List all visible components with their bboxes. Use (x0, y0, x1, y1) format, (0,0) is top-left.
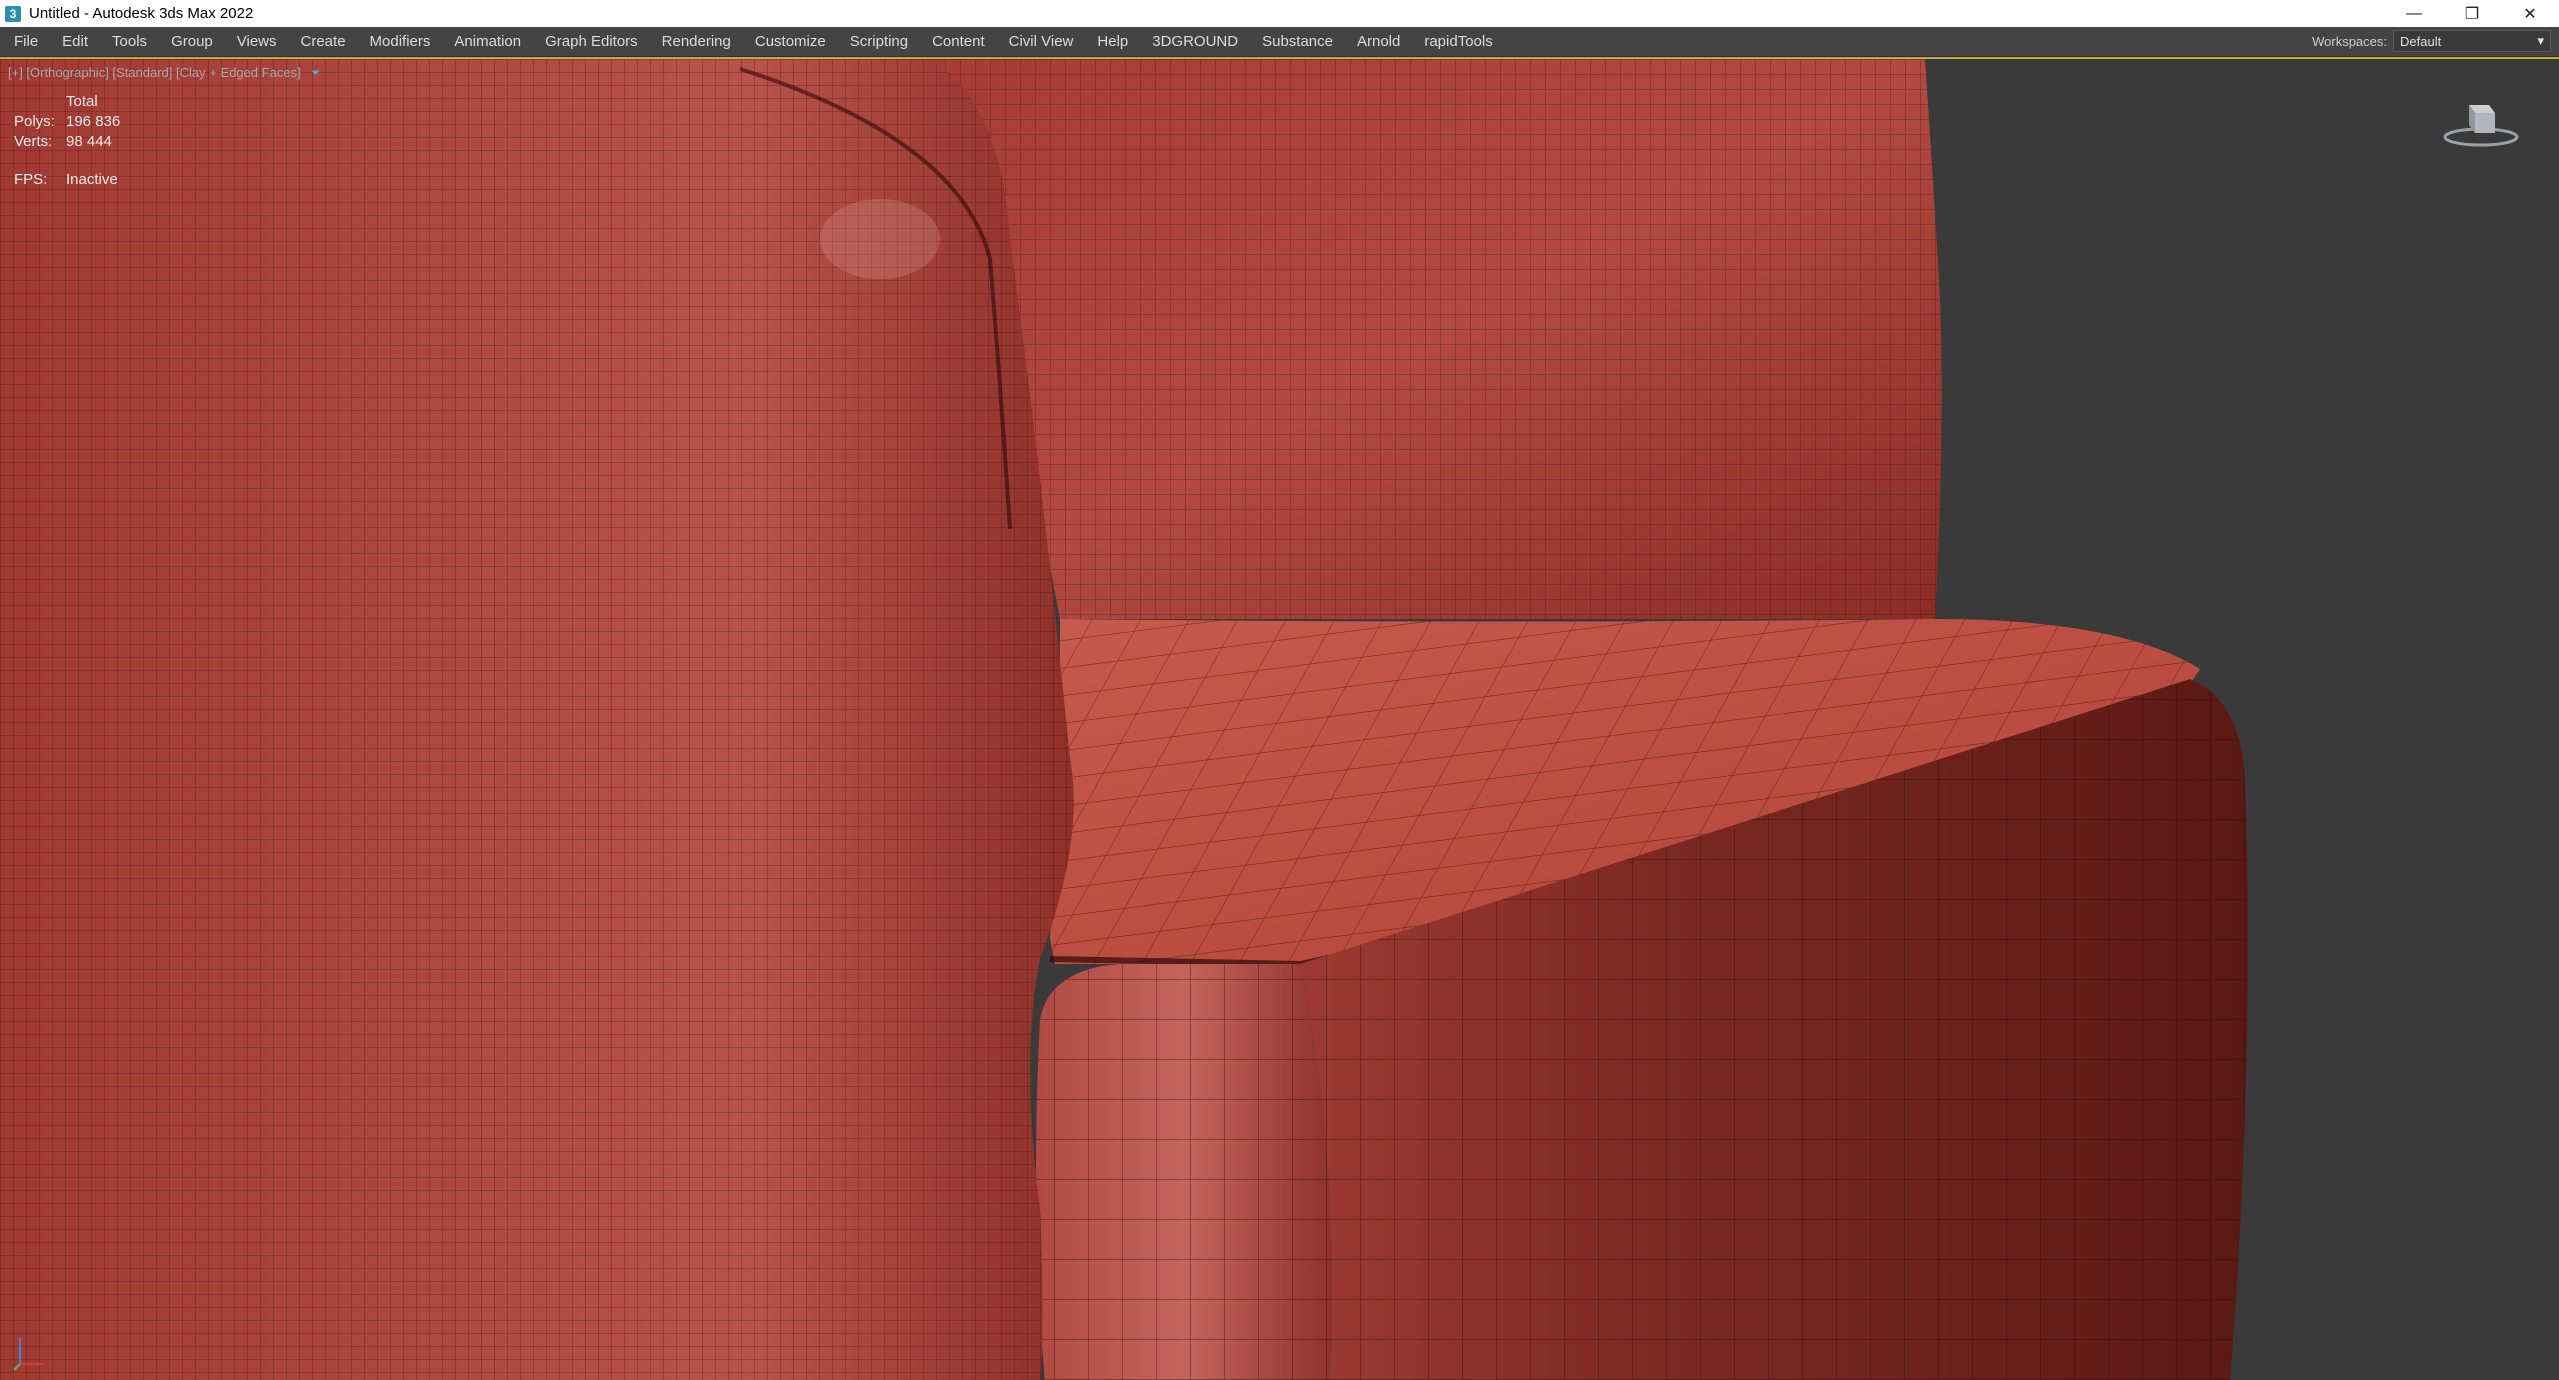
viewcube-icon[interactable] (2441, 93, 2521, 153)
chevron-down-icon: ▾ (2537, 33, 2544, 48)
workspaces-value: Default (2400, 33, 2442, 49)
stats-polys-row: Polys: 196 836 (14, 112, 120, 132)
viewport[interactable]: [+] [Orthographic] [Standard] [Clay + Ed… (0, 57, 2559, 1380)
menu-group[interactable]: Group (159, 27, 225, 56)
menu-substance[interactable]: Substance (1250, 27, 1345, 56)
menu-customize[interactable]: Customize (743, 27, 838, 56)
menu-3dground[interactable]: 3DGROUND (1140, 27, 1250, 56)
menu-views[interactable]: Views (225, 27, 289, 56)
menu-create[interactable]: Create (289, 27, 358, 56)
stats-fps-value: Inactive (66, 171, 118, 188)
workspaces-label: Workspaces: (2312, 33, 2387, 49)
app-icon[interactable]: 3 (5, 5, 21, 22)
window-controls: — ❐ ✕ (2385, 0, 2559, 27)
stats-verts-row: Verts: 98 444 (14, 132, 120, 152)
menu-help[interactable]: Help (1085, 27, 1140, 56)
menu-modifiers[interactable]: Modifiers (358, 27, 443, 56)
menu-arnold[interactable]: Arnold (1345, 27, 1412, 56)
minimize-button[interactable]: — (2385, 0, 2443, 27)
menu-graph-editors[interactable]: Graph Editors (533, 27, 650, 56)
restore-button[interactable]: ❐ (2443, 0, 2501, 27)
close-button[interactable]: ✕ (2501, 0, 2559, 27)
viewport-label-text[interactable]: [+] [Orthographic] [Standard] [Clay + Ed… (8, 65, 301, 80)
menu-file[interactable]: File (0, 27, 50, 56)
scene-render (0, 59, 2248, 1380)
title-bar: 3 Untitled - Autodesk 3ds Max 2022 — ❐ ✕ (0, 0, 2559, 27)
workspaces: Workspaces: Default ▾ (2312, 30, 2551, 52)
funnel-icon[interactable]: ⏷ (310, 65, 320, 80)
stats-header: Total (66, 93, 98, 110)
menu-bar: File Edit Tools Group Views Create Modif… (0, 27, 2559, 57)
menu-edit[interactable]: Edit (50, 27, 100, 56)
stats-verts-value: 98 444 (66, 133, 112, 150)
menu-content[interactable]: Content (920, 27, 997, 56)
window-title: Untitled - Autodesk 3ds Max 2022 (29, 5, 254, 22)
menu-civil-view[interactable]: Civil View (997, 27, 1086, 56)
stats-polys-value: 196 836 (66, 113, 121, 130)
stats-polys-label: Polys: (14, 113, 55, 130)
stats-verts-label: Verts: (14, 133, 53, 150)
menu-rapidtools[interactable]: rapidTools (1412, 27, 1504, 56)
menu-rendering[interactable]: Rendering (650, 27, 743, 56)
menu-animation[interactable]: Animation (442, 27, 533, 56)
statistics-overlay: Total Polys: 196 836 Verts: 98 444 FPS: … (14, 92, 120, 190)
menu-scripting[interactable]: Scripting (838, 27, 920, 56)
stats-fps-row: FPS: Inactive (14, 170, 120, 190)
axis-tripod-icon (13, 1338, 44, 1371)
stats-fps-label: FPS: (14, 171, 48, 188)
viewport-label[interactable]: [+] [Orthographic] [Standard] [Clay + Ed… (8, 65, 321, 81)
menu-tools[interactable]: Tools (100, 27, 159, 56)
workspaces-dropdown[interactable]: Default ▾ (2393, 30, 2551, 52)
